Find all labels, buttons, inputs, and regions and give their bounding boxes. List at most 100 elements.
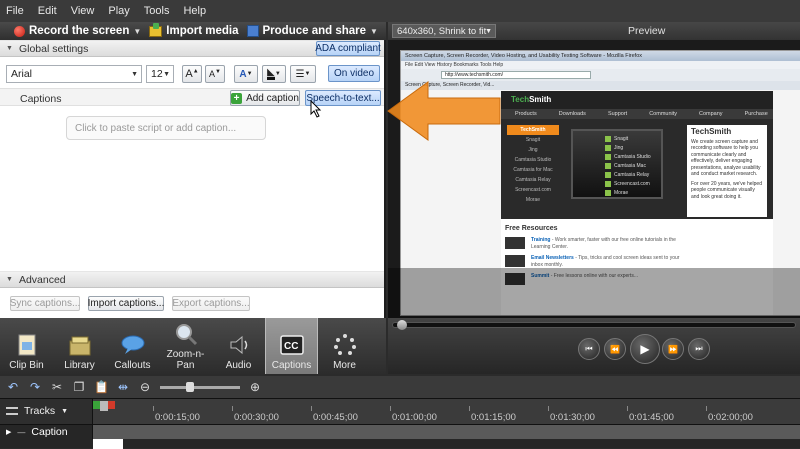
tab-zoom-n-pan[interactable]: Zoom-n- Pan: [159, 318, 212, 374]
logo-part-b: Smith: [529, 95, 552, 104]
hero-product: Screencast.com: [614, 181, 650, 187]
hero-product: Snagit: [614, 136, 629, 142]
tab-audio[interactable]: Audio: [212, 318, 265, 374]
menu-help[interactable]: Help: [183, 5, 206, 17]
hero-sidebar-item: Camtasia for Mac: [513, 167, 553, 173]
collapse-triangle-icon: ▼: [6, 45, 13, 52]
caption-track: ▶ — Caption: [0, 424, 800, 449]
zoom-out-icon[interactable]: ⊖: [138, 380, 152, 394]
track-drag-icon: —: [17, 427, 26, 437]
caption-lane[interactable]: [92, 425, 800, 449]
scrubber-thumb[interactable]: [397, 320, 407, 330]
logo-part-a: Tech: [511, 95, 530, 104]
hero-sidebar: TechSmith Snagit Jing Camtasia Studio Ca…: [507, 125, 559, 217]
zoom-slider-thumb[interactable]: [186, 381, 194, 392]
time-ruler[interactable]: 0:00:15;00 0:00:30;00 0:00:45;00 0:01:00…: [92, 399, 800, 425]
browser-menu: File Edit View History Bookmarks Tools H…: [401, 61, 800, 69]
advanced-header[interactable]: ▼ Advanced: [0, 271, 384, 288]
browser-title: Screen Capture, Screen Recorder, Video H…: [401, 51, 800, 61]
playback-controls: ⏮ ⏪ ▶ ⏩ ⏭: [388, 318, 800, 374]
global-settings-label: Global settings: [18, 42, 89, 55]
script-input[interactable]: Click to paste script or add caption...: [66, 116, 266, 140]
zoom-in-icon[interactable]: ⊕: [248, 380, 262, 394]
tab-captions[interactable]: CC Captions: [265, 318, 318, 374]
fill-color-icon: ◣: [267, 66, 275, 80]
sync-captions-button[interactable]: Sync captions...: [10, 296, 80, 311]
tab-more[interactable]: More: [318, 318, 371, 374]
menu-play[interactable]: Play: [108, 5, 129, 17]
time-tick: 0:00:45;00: [311, 406, 358, 423]
split-icon[interactable]: ⇹: [116, 380, 130, 394]
tab-clip-bin[interactable]: Clip Bin: [0, 318, 53, 374]
free-resource-text: - Work smarter, faster with our free onl…: [531, 237, 676, 250]
play-button[interactable]: ▶: [630, 334, 660, 364]
copy-icon[interactable]: ❐: [72, 380, 86, 394]
preview-size-select[interactable]: 640x360, Shrink to fit ▼: [392, 24, 496, 38]
rewind-button[interactable]: ⏪: [604, 338, 626, 360]
import-media-button[interactable]: Import media: [149, 22, 239, 37]
undo-icon[interactable]: ↶: [6, 380, 20, 394]
playhead-marker[interactable]: [93, 401, 115, 411]
timeline-ruler-row: Tracks ▼ 0:00:15;00 0:00:30;00 0:00:45;0…: [0, 398, 800, 425]
orange-arrow-icon: [387, 81, 501, 141]
jump-end-button[interactable]: ⏭: [688, 338, 710, 360]
time-tick: 0:01:00;00: [390, 406, 437, 423]
jump-start-button[interactable]: ⏮: [578, 338, 600, 360]
import-captions-button[interactable]: Import captions...: [88, 296, 164, 311]
hero-product: Camtasia Mac: [614, 163, 646, 169]
skip-back-icon: ⏮: [585, 344, 593, 353]
import-label: Import media: [166, 25, 239, 37]
preview-scrubber[interactable]: [392, 320, 796, 330]
time-tick: 0:02:00;00: [706, 406, 753, 423]
add-caption-button[interactable]: + Add caption: [230, 90, 300, 106]
tracks-icon: [6, 407, 18, 415]
tracks-menu[interactable]: Tracks ▼: [6, 405, 68, 417]
tab-callouts[interactable]: Callouts: [106, 318, 159, 374]
font-size-select[interactable]: 12 ▼: [146, 65, 174, 83]
preview-title: Preview: [628, 25, 666, 37]
font-size-value: 12: [151, 68, 163, 80]
time-tick: 0:01:30;00: [548, 406, 595, 423]
zoom-icon: [173, 322, 199, 346]
chevron-down-icon: ▼: [133, 26, 142, 36]
add-caption-label: Add caption: [246, 92, 299, 104]
fast-forward-button[interactable]: ⏩: [662, 338, 684, 360]
tab-clip-bin-label: Clip Bin: [9, 360, 44, 371]
decrease-font-button[interactable]: A▼: [205, 65, 225, 83]
free-resource-row: Email Newsletters - Tips, tricks and coo…: [505, 255, 685, 268]
chevron-down-icon: ▼: [370, 26, 378, 36]
tab-library[interactable]: Library: [53, 318, 106, 374]
produce-label: Produce and share: [262, 25, 367, 37]
site-nav-item: Community: [649, 111, 678, 117]
menu-edit[interactable]: Edit: [38, 5, 57, 17]
on-video-button[interactable]: On video: [328, 65, 380, 82]
hero-sidebar-item: Snagit: [525, 137, 541, 143]
font-select[interactable]: Arial ▼: [6, 65, 142, 83]
hero-sidebar-item: Morae: [525, 197, 541, 203]
ada-compliant-button[interactable]: ADA compliant: [315, 41, 381, 56]
free-resource-row: Training - Work smarter, faster with our…: [505, 237, 685, 250]
alignment-button[interactable]: ☰ ▼: [290, 65, 316, 83]
hero-card-text: We create screen capture and recording s…: [691, 138, 761, 178]
hero-sidebar-item: Camtasia Studio: [514, 157, 552, 163]
font-color-button[interactable]: A ▼: [234, 65, 258, 83]
paste-icon[interactable]: 📋: [94, 380, 109, 394]
record-screen-button[interactable]: Record the screen ▼: [14, 25, 141, 37]
caption-track-header[interactable]: ▶ — Caption: [6, 425, 92, 439]
hero-sidebar-item: Screencast.com: [515, 187, 551, 193]
hero-sidebar-item: Camtasia Relay: [515, 177, 551, 183]
callouts-icon: [120, 333, 146, 357]
menu-view[interactable]: View: [71, 5, 95, 17]
increase-font-button[interactable]: A▲: [182, 65, 202, 83]
play-icon: ▶: [640, 342, 650, 356]
background-color-button[interactable]: ◣ ▼: [262, 65, 286, 83]
menu-tools[interactable]: Tools: [144, 5, 170, 17]
tab-library-label: Library: [64, 360, 95, 371]
export-captions-button[interactable]: Export captions...: [172, 296, 250, 311]
cut-icon[interactable]: ✂: [50, 380, 64, 394]
menu-file[interactable]: File: [6, 5, 24, 17]
timeline-zoom-slider[interactable]: [160, 381, 240, 392]
redo-icon[interactable]: ↷: [28, 380, 42, 394]
timeline-toolbar: ↶ ↷ ✂ ❐ 📋 ⇹ ⊖ ⊕: [0, 376, 800, 398]
produce-share-button[interactable]: Produce and share ▼: [246, 25, 378, 37]
